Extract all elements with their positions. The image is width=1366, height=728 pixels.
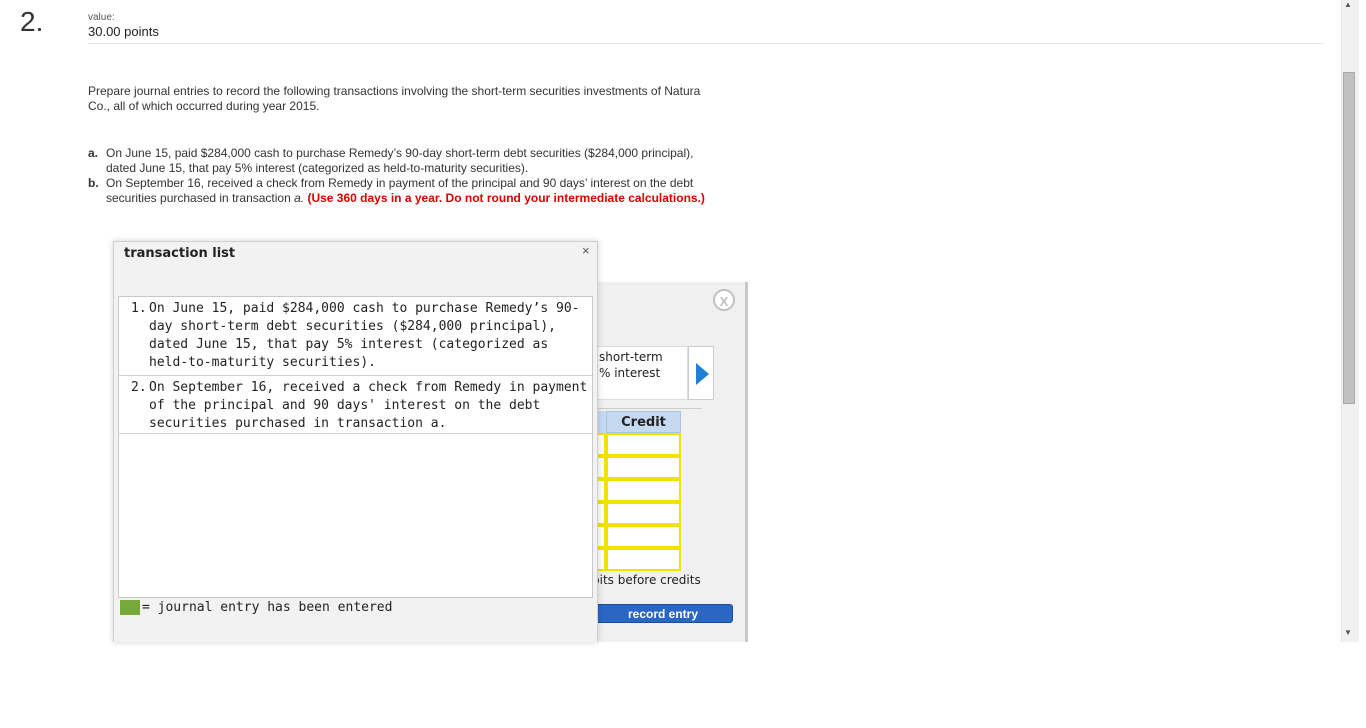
- item-text: On June 15, paid $284,000 cash to purcha…: [106, 146, 694, 175]
- item-b: b. On September 16, received a check fro…: [88, 176, 708, 206]
- row-number: 1.: [131, 301, 147, 316]
- description-line: % interest: [599, 366, 661, 380]
- legend-text: = journal entry has been entered: [142, 600, 393, 615]
- value-label: value:: [88, 12, 115, 23]
- transaction-items: a. On June 15, paid $284,000 cash to pur…: [88, 146, 708, 206]
- credit-input[interactable]: [606, 502, 681, 525]
- row-number: 2.: [131, 380, 147, 395]
- credit-input[interactable]: [606, 548, 681, 571]
- item-instruction: (Use 360 days in a year. Do not round yo…: [304, 191, 705, 205]
- entry-instruction: bits before credits: [592, 573, 701, 587]
- question-number: 2.: [20, 6, 44, 37]
- legend-swatch: [120, 600, 140, 615]
- transaction-description: short-term % interest: [596, 346, 688, 400]
- transaction-row-1[interactable]: 1. On June 15, paid $284,000 cash to pur…: [119, 297, 592, 376]
- transaction-row-2[interactable]: 2. On September 16, received a check fro…: [119, 376, 592, 434]
- scrollbar-thumb[interactable]: [1343, 72, 1355, 404]
- divider: [596, 408, 702, 409]
- description-line: short-term: [599, 350, 663, 364]
- credit-input[interactable]: [606, 479, 681, 502]
- popup-title: transaction list: [124, 246, 236, 261]
- item-a: a. On June 15, paid $284,000 cash to pur…: [88, 146, 708, 176]
- arrow-right-icon: [696, 363, 709, 385]
- question-intro: Prepare journal entries to record the fo…: [88, 84, 701, 113]
- credit-input[interactable]: [606, 433, 681, 456]
- item-letter: b.: [88, 176, 99, 190]
- credit-input[interactable]: [606, 456, 681, 479]
- scroll-down-icon[interactable]: ▼: [1344, 628, 1352, 637]
- item-letter: a.: [88, 146, 99, 160]
- close-icon[interactable]: ×: [582, 243, 590, 258]
- close-icon[interactable]: X: [713, 289, 735, 311]
- points-value: 30.00 points: [88, 24, 159, 39]
- divider: [88, 43, 1324, 44]
- item-text-italic: a.: [294, 191, 305, 205]
- credit-input[interactable]: [606, 525, 681, 548]
- record-entry-button[interactable]: record entry: [593, 604, 733, 623]
- scroll-up-icon[interactable]: ▲: [1344, 0, 1352, 9]
- row-text: On June 15, paid $284,000 cash to purcha…: [149, 301, 580, 370]
- next-transaction-button[interactable]: [688, 346, 714, 400]
- credit-header: Credit: [606, 411, 681, 433]
- row-text: On September 16, received a check from R…: [149, 380, 588, 431]
